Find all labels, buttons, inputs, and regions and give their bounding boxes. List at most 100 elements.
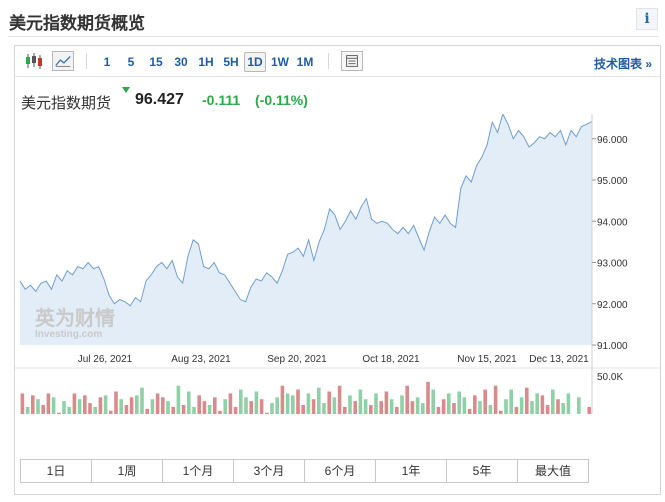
volume-bar (587, 406, 591, 414)
volume-bar (358, 389, 363, 414)
y-tick-label: 96.000 (597, 135, 628, 146)
volume-bar (478, 401, 482, 414)
candlestick-icon[interactable] (23, 51, 45, 71)
page-title: 美元指数期货概览 (9, 14, 145, 33)
volume-bar (41, 405, 45, 414)
volume-bar (72, 393, 77, 414)
table-view-icon[interactable] (341, 51, 363, 71)
volume-bar (410, 401, 415, 414)
volume-bar (124, 405, 129, 414)
volume-bar (249, 401, 253, 414)
range-1w-button[interactable]: 1周 (92, 460, 163, 482)
volume-bar (270, 403, 274, 414)
volume-bar (337, 385, 342, 414)
volume-bar (457, 391, 461, 414)
range-5y-button[interactable]: 5年 (447, 460, 518, 482)
volume-bar (88, 403, 92, 414)
range-selector: 1日 1周 1个月 3个月 6个月 1年 5年 最大值 (20, 459, 589, 483)
volume-bar (244, 397, 248, 414)
volume-bar (395, 406, 399, 414)
interval-1d-button[interactable]: 1D (244, 52, 266, 72)
volume-bar (187, 391, 191, 414)
volume-bar (514, 406, 519, 414)
volume-bar (129, 397, 134, 414)
range-3m-button[interactable]: 3个月 (234, 460, 305, 482)
range-1d-button[interactable]: 1日 (21, 460, 92, 482)
volume-bar (400, 395, 404, 414)
volume-bar (467, 408, 472, 414)
volume-bar (192, 406, 196, 414)
interval-5m-button[interactable]: 5 (123, 54, 139, 70)
volume-bar (46, 393, 51, 414)
volume-bar (332, 397, 337, 414)
volume-bar (77, 399, 82, 414)
volume-bar (51, 397, 56, 414)
technical-chart-link[interactable]: 技术图表 » (594, 55, 652, 72)
volume-bar (343, 406, 347, 414)
x-tick-label: Dec 13, 2021 (529, 354, 589, 365)
volume-bar (181, 405, 186, 414)
interval-1h-button[interactable]: 1H (196, 54, 216, 70)
interval-1m-button[interactable]: 1 (99, 54, 115, 70)
watermark-cn: 英为财情 (35, 306, 115, 330)
volume-bar (426, 381, 430, 414)
price-change-percent: (-0.11%) (255, 92, 308, 108)
volume-bar (145, 408, 149, 414)
volume-bar (436, 406, 441, 414)
volume-max-label: 50.0K (597, 372, 623, 383)
volume-bar (519, 397, 524, 414)
watermark-en-suffix: .com (79, 329, 102, 340)
volume-bar (566, 393, 571, 414)
chart-toolbar: 1 5 15 30 1H 5H 1D 1W 1M 技术图表 » (15, 46, 660, 77)
volume-bar (551, 389, 555, 414)
volume-bar (254, 391, 259, 414)
volume-bar (327, 391, 331, 414)
volume-bar (525, 387, 529, 414)
volume-bar (114, 391, 118, 414)
x-tick-label: Nov 15, 2021 (457, 354, 517, 365)
volume-bar (109, 410, 113, 414)
volume-bar (462, 397, 467, 414)
volume-bar (561, 403, 565, 414)
interval-30m-button[interactable]: 30 (171, 54, 191, 70)
toolbar-separator (328, 53, 329, 69)
volume-bar (67, 406, 71, 414)
interval-1mo-button[interactable]: 1M (294, 54, 316, 70)
price-chart[interactable]: 英为财情 Investing.com 96.000 95.000 94.000 93.… (15, 114, 660, 414)
volume-bar (509, 389, 513, 414)
volume-bar (540, 395, 545, 414)
range-max-button[interactable]: 最大值 (518, 460, 588, 482)
volume-bar (374, 393, 378, 414)
volume-bar (483, 389, 487, 414)
volume-bar (197, 395, 201, 414)
volume-bar (301, 405, 305, 414)
range-1y-button[interactable]: 1年 (376, 460, 447, 482)
volume-bar (530, 401, 534, 414)
y-tick-label: 94.000 (597, 217, 628, 228)
volume-bar (36, 399, 40, 414)
volume-bar (140, 387, 144, 414)
volume-bar (150, 399, 155, 414)
interval-1w-button[interactable]: 1W (269, 54, 291, 70)
interval-15m-button[interactable]: 15 (146, 54, 166, 70)
title-divider (8, 36, 659, 37)
volume-bar (291, 395, 295, 414)
range-6m-button[interactable]: 6个月 (305, 460, 376, 482)
volume-bar (171, 406, 175, 414)
y-tick-label: 91.000 (597, 341, 628, 352)
area-chart-icon[interactable] (52, 51, 74, 71)
volume-bar (155, 393, 160, 414)
volume-bar (83, 395, 87, 414)
volume-bar (493, 385, 498, 414)
volume-bar (556, 399, 560, 414)
volume-bar (389, 399, 394, 414)
volume-bar (535, 393, 539, 414)
interval-5h-button[interactable]: 5H (220, 54, 242, 70)
info-icon[interactable]: i (636, 8, 658, 30)
volume-bar (348, 395, 352, 414)
range-1m-button[interactable]: 1个月 (163, 460, 234, 482)
volume-bar (296, 389, 300, 414)
volume-bar (452, 403, 456, 414)
volume-bar (259, 399, 264, 414)
x-tick-label: Oct 18, 2021 (362, 354, 420, 365)
